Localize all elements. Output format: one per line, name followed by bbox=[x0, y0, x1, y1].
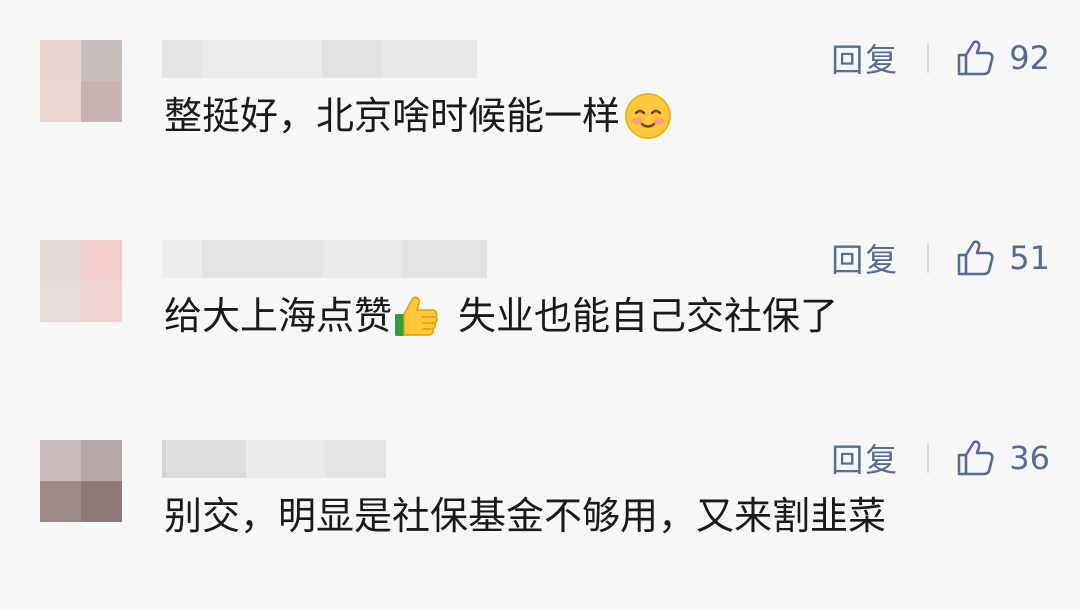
like-count: 51 bbox=[1009, 239, 1050, 277]
comment-text-after: 失业也能自己交社保了 bbox=[458, 294, 839, 338]
avatar[interactable] bbox=[40, 240, 122, 322]
reply-button[interactable]: 回复 bbox=[831, 35, 899, 81]
divider bbox=[927, 443, 930, 473]
thumbs-up-emoji bbox=[392, 292, 440, 340]
comment-item: 回复 51 给大上海点赞 失业也能自己交社保了 bbox=[0, 200, 1080, 390]
avatar[interactable] bbox=[40, 40, 122, 122]
comment-text-body: 整挺好，北京啥时候能一样 bbox=[164, 94, 621, 138]
comment-actions: 回复 92 bbox=[831, 36, 1050, 80]
comment-text-before: 给大上海点赞 bbox=[164, 294, 393, 338]
like-button[interactable]: 92 bbox=[955, 38, 1050, 78]
comment-item: 回复 92 整挺好，北京啥时候能一样 bbox=[0, 0, 1080, 190]
like-count: 36 bbox=[1009, 439, 1050, 477]
comment-text: 别交，明显是社保基金不够用，又来割韭菜 bbox=[164, 490, 886, 542]
blush-smile-emoji bbox=[624, 92, 672, 140]
avatar[interactable] bbox=[40, 440, 122, 522]
divider bbox=[927, 243, 930, 273]
username-blurred bbox=[162, 240, 487, 278]
username-blurred bbox=[162, 40, 477, 78]
thumbs-up-outline-icon bbox=[955, 238, 995, 278]
comment-actions: 回复 51 bbox=[831, 236, 1050, 280]
reply-button[interactable]: 回复 bbox=[831, 235, 899, 281]
divider bbox=[927, 43, 930, 73]
comment-item: 回复 36 别交，明显是社保基金不够用，又来割韭菜 bbox=[0, 400, 1080, 590]
like-button[interactable]: 51 bbox=[955, 238, 1050, 278]
like-button[interactable]: 36 bbox=[955, 438, 1050, 478]
comment-text: 给大上海点赞 失业也能自己交社保了 bbox=[164, 290, 838, 342]
comment-actions: 回复 36 bbox=[831, 436, 1050, 480]
comment-list: 回复 92 整挺好，北京啥时候能一样 回复 51 给大上海点赞 失业也能自己交社… bbox=[0, 0, 1080, 610]
like-count: 92 bbox=[1009, 39, 1050, 77]
thumbs-up-outline-icon bbox=[955, 438, 995, 478]
comment-text-body: 别交，明显是社保基金不够用，又来割韭菜 bbox=[164, 494, 887, 538]
username-blurred bbox=[162, 440, 386, 478]
reply-button[interactable]: 回复 bbox=[831, 435, 899, 481]
comment-text: 整挺好，北京啥时候能一样 bbox=[164, 90, 672, 142]
thumbs-up-outline-icon bbox=[955, 38, 995, 78]
